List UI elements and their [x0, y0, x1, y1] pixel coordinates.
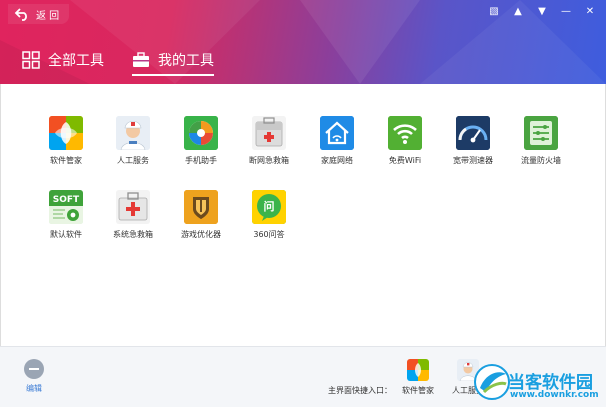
tool-label: 系统急救箱 [113, 230, 153, 239]
tool-broadband-speed[interactable]: 宽带测速器 [443, 116, 503, 166]
tool-label: 断网急救箱 [249, 156, 289, 165]
system-first-aid-icon [116, 190, 150, 224]
tool-phone-assistant[interactable]: 手机助手 [171, 116, 231, 166]
tool-label: 360问答 [253, 230, 285, 239]
tool-label: 免费WiFi [388, 156, 422, 165]
tool-label: 手机助手 [185, 156, 217, 165]
title-bar-header: 返 回 ▧ ▲ ▼ — ✕ 全部工具 我的工具 [0, 0, 606, 84]
tab-my-tools-label: 我的工具 [158, 53, 214, 69]
svg-text:SOFT: SOFT [53, 195, 80, 205]
home-network-icon [320, 116, 354, 150]
watermark-url: www.downkr.com [510, 390, 599, 400]
network-first-aid-icon [252, 116, 286, 150]
software-manager-icon [407, 359, 429, 381]
back-label: 返 回 [36, 10, 60, 22]
tool-label: 默认软件 [50, 230, 82, 239]
human-service-icon [116, 116, 150, 150]
tool-label: 软件管家 [50, 156, 82, 165]
tool-free-wifi[interactable]: 免费WiFi [375, 116, 435, 166]
svg-text:问: 问 [264, 199, 275, 213]
tool-label: 家庭网络 [321, 156, 353, 165]
tool-system-first-aid[interactable]: 系统急救箱 [103, 190, 163, 240]
traffic-firewall-icon [524, 116, 558, 150]
free-wifi-icon [388, 116, 422, 150]
tool-label: 流量防火墙 [521, 156, 561, 165]
tool-label: 人工服务 [117, 156, 149, 165]
minimize-icon[interactable]: — [560, 6, 572, 18]
quick-item-software-manager[interactable]: 软件管家 [396, 359, 440, 396]
shirt-icon[interactable]: ▲ [512, 6, 524, 18]
active-tab-underline [132, 74, 214, 76]
watermark-logo [474, 364, 510, 400]
software-manager-icon [49, 116, 83, 150]
menu-dropdown-icon[interactable]: ▼ [536, 6, 548, 18]
close-icon[interactable]: ✕ [584, 6, 596, 18]
tool-home-network[interactable]: 家庭网络 [307, 116, 367, 166]
tool-network-first-aid[interactable]: 断网急救箱 [239, 116, 299, 166]
site-watermark: 当客软件园 www.downkr.com [470, 356, 606, 407]
tool-game-optimizer[interactable]: 游戏优化器 [171, 190, 231, 240]
tool-label: 游戏优化器 [181, 230, 221, 239]
tool-grid: 软件管家 人工服务 手机助手 断网急救箱 家庭网络 免费WiFi 宽带测速器 流… [0, 84, 606, 346]
phone-assistant-icon [184, 116, 218, 150]
window-controls: ▧ ▲ ▼ — ✕ [488, 6, 596, 18]
tool-software-manager[interactable]: 软件管家 [36, 116, 96, 166]
game-optimizer-icon [184, 190, 218, 224]
tool-traffic-firewall[interactable]: 流量防火墙 [511, 116, 571, 166]
skin-icon[interactable]: ▧ [488, 6, 500, 18]
minus-circle-icon [24, 359, 44, 379]
edit-label: 编辑 [26, 384, 42, 393]
broadband-speed-icon [456, 116, 490, 150]
tab-all-tools[interactable]: 全部工具 [22, 50, 104, 70]
tool-label: 宽带测速器 [453, 156, 493, 165]
qa-360-icon: 问 [252, 190, 286, 224]
quick-entry-label: 主界面快捷入口： [328, 386, 392, 395]
edit-button[interactable]: 编辑 [22, 359, 46, 394]
tab-my-tools[interactable]: 我的工具 [132, 50, 214, 76]
back-button[interactable]: 返 回 [8, 4, 70, 24]
tab-all-tools-label: 全部工具 [48, 53, 104, 69]
tool-human-service[interactable]: 人工服务 [103, 116, 163, 166]
grid-icon [22, 51, 40, 69]
quick-item-label: 软件管家 [402, 386, 434, 395]
default-software-icon: SOFT [49, 190, 83, 224]
tool-qa-360[interactable]: 问 360问答 [239, 190, 299, 240]
back-arrow-icon [14, 8, 27, 21]
toolbox-icon [133, 52, 149, 67]
tool-default-software[interactable]: SOFT 默认软件 [36, 190, 96, 240]
